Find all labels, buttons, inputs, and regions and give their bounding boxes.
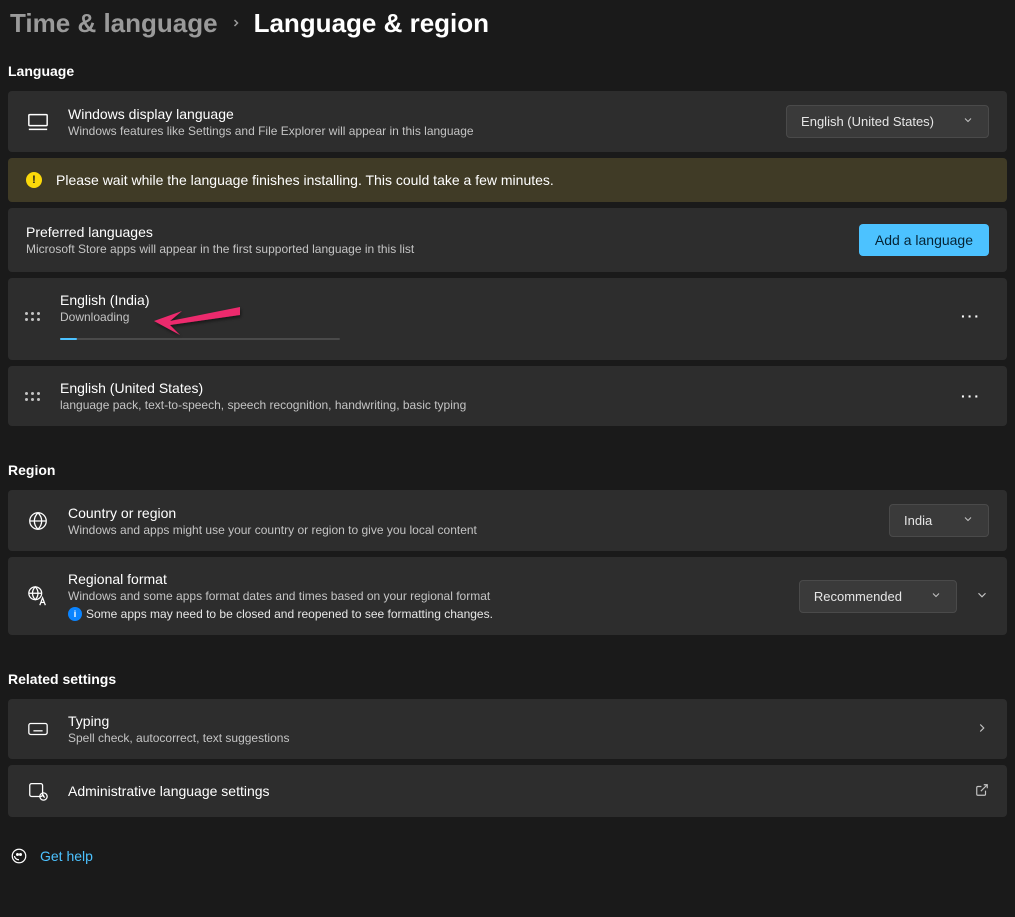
display-language-title: Windows display language	[68, 106, 768, 122]
display-language-dropdown[interactable]: English (United States)	[786, 105, 989, 138]
chevron-down-icon	[962, 513, 974, 528]
admin-settings-title: Administrative language settings	[68, 783, 957, 799]
breadcrumb-parent[interactable]: Time & language	[10, 8, 218, 39]
windows-display-language-card: Windows display language Windows feature…	[8, 91, 1007, 152]
expand-toggle[interactable]	[975, 588, 989, 605]
language-more-button[interactable]: ···	[953, 304, 989, 328]
globe-icon	[26, 509, 50, 533]
typing-desc: Spell check, autocorrect, text suggestio…	[68, 731, 957, 745]
regional-format-note: Some apps may need to be closed and reop…	[86, 607, 493, 621]
regional-format-selected: Recommended	[814, 589, 902, 604]
chevron-right-icon	[230, 13, 242, 34]
chevron-right-icon	[975, 721, 989, 738]
admin-language-settings-link[interactable]: Administrative language settings	[8, 765, 1007, 817]
language-item[interactable]: English (United States) language pack, t…	[8, 366, 1007, 426]
language-status: Downloading	[60, 310, 935, 324]
country-region-card: Country or region Windows and apps might…	[8, 490, 1007, 551]
language-status: language pack, text-to-speech, speech re…	[60, 398, 935, 412]
regional-format-desc: Windows and some apps format dates and t…	[68, 589, 781, 603]
regional-format-dropdown[interactable]: Recommended	[799, 580, 957, 613]
country-region-dropdown[interactable]: India	[889, 504, 989, 537]
section-label-related: Related settings	[8, 671, 1007, 687]
add-language-button[interactable]: Add a language	[859, 224, 989, 256]
country-selected: India	[904, 513, 932, 528]
display-language-selected: English (United States)	[801, 114, 934, 129]
external-link-icon	[975, 783, 989, 800]
language-more-button[interactable]: ···	[953, 384, 989, 408]
preferred-languages-header: Preferred languages Microsoft Store apps…	[8, 208, 1007, 272]
admin-settings-icon	[26, 779, 50, 803]
typing-settings-link[interactable]: Typing Spell check, autocorrect, text su…	[8, 699, 1007, 759]
monitor-icon	[26, 110, 50, 134]
display-language-desc: Windows features like Settings and File …	[68, 124, 768, 138]
get-help-link[interactable]: Get help	[8, 847, 1007, 865]
country-region-desc: Windows and apps might use your country …	[68, 523, 871, 537]
language-item[interactable]: English (India) Downloading ···	[8, 278, 1007, 360]
get-help-label[interactable]: Get help	[40, 848, 93, 864]
warning-icon: !	[26, 172, 42, 188]
info-icon: i	[68, 607, 82, 621]
drag-handle-icon[interactable]	[22, 386, 42, 406]
language-name: English (United States)	[60, 380, 935, 396]
country-region-title: Country or region	[68, 505, 871, 521]
preferred-languages-title: Preferred languages	[26, 224, 859, 240]
download-progress	[60, 338, 340, 340]
help-icon	[10, 847, 28, 865]
drag-handle-icon[interactable]	[22, 306, 42, 326]
regional-format-title: Regional format	[68, 571, 781, 587]
section-label-region: Region	[8, 462, 1007, 478]
page-title: Language & region	[254, 8, 489, 39]
regional-format-card: Regional format Windows and some apps fo…	[8, 557, 1007, 635]
chevron-down-icon	[930, 589, 942, 604]
typing-title: Typing	[68, 713, 957, 729]
install-status-banner: ! Please wait while the language finishe…	[8, 158, 1007, 202]
section-label-language: Language	[8, 63, 1007, 79]
preferred-languages-desc: Microsoft Store apps will appear in the …	[26, 242, 859, 256]
globe-language-icon	[26, 584, 50, 608]
chevron-down-icon	[962, 114, 974, 129]
install-status-message: Please wait while the language finishes …	[56, 172, 554, 188]
keyboard-icon	[26, 717, 50, 741]
language-name: English (India)	[60, 292, 935, 308]
breadcrumb: Time & language Language & region	[8, 8, 1007, 39]
